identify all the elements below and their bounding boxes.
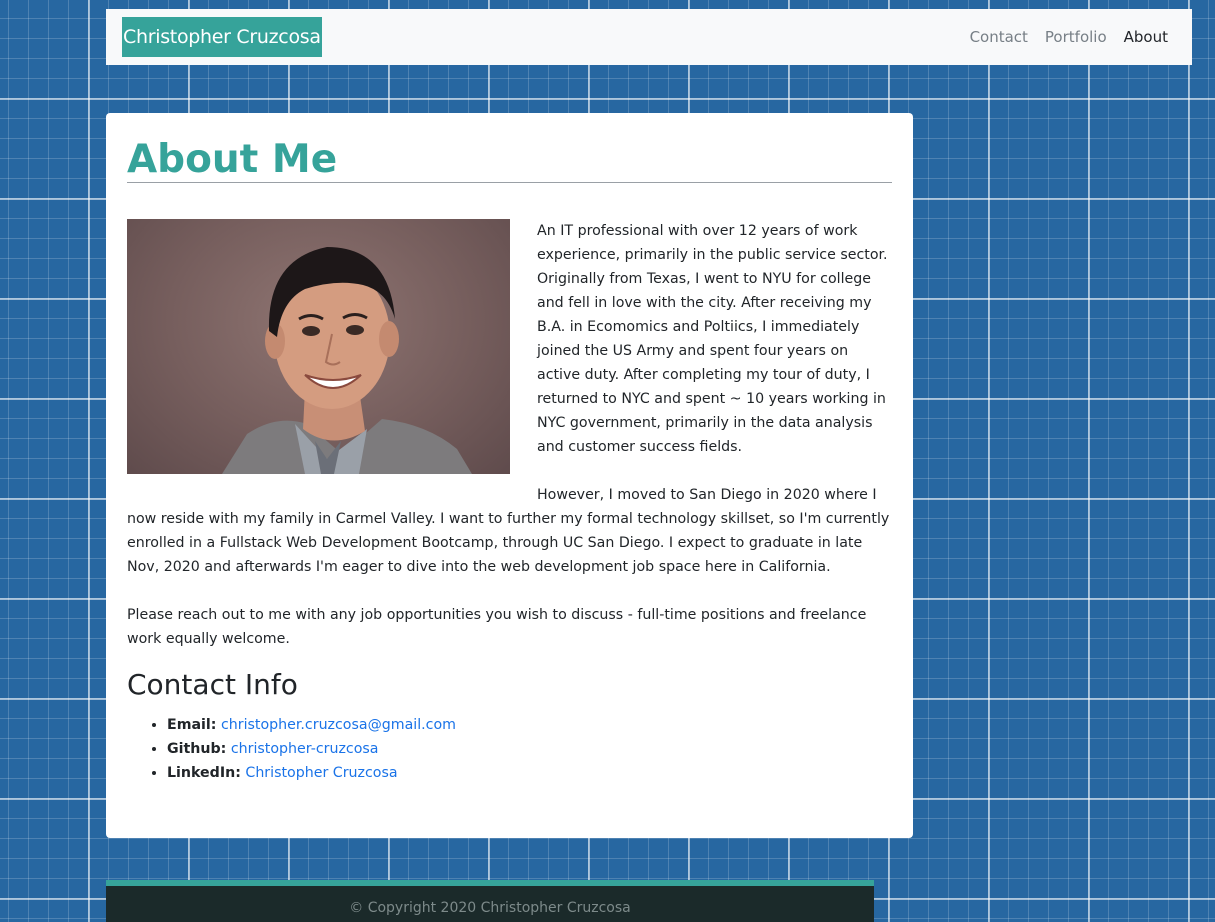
page-title: About Me bbox=[127, 137, 338, 182]
bio-paragraph-2: However, I moved to San Diego in 2020 wh… bbox=[127, 487, 890, 575]
navbar: Christopher Cruzcosa Contact Portfolio A… bbox=[106, 9, 1192, 65]
contact-list: Email: christopher.cruzcosa@gmail.com Gi… bbox=[127, 713, 456, 785]
brand-logo[interactable]: Christopher Cruzcosa bbox=[122, 17, 322, 57]
linkedin-link[interactable]: Christopher Cruzcosa bbox=[245, 765, 397, 781]
copyright-text: © Copyright 2020 Christopher Cruzcosa bbox=[349, 900, 631, 916]
email-link[interactable]: christopher.cruzcosa@gmail.com bbox=[221, 717, 456, 733]
bio-paragraph-3: Please reach out to me with any job oppo… bbox=[127, 607, 867, 647]
about-card: About Me An IT professional with over 12… bbox=[106, 113, 913, 838]
footer: © Copyright 2020 Christopher Cruzcosa bbox=[106, 880, 874, 922]
nav-link-about[interactable]: About bbox=[1124, 28, 1168, 46]
nav-links: Contact Portfolio About bbox=[970, 9, 1168, 65]
title-divider bbox=[127, 182, 892, 183]
contact-label: Github: bbox=[167, 741, 227, 757]
contact-item-github: Github: christopher-cruzcosa bbox=[167, 737, 456, 761]
github-link[interactable]: christopher-cruzcosa bbox=[231, 741, 379, 757]
contact-label: Email: bbox=[167, 717, 217, 733]
nav-link-contact[interactable]: Contact bbox=[970, 28, 1028, 46]
contact-item-email: Email: christopher.cruzcosa@gmail.com bbox=[167, 713, 456, 737]
contact-label: LinkedIn: bbox=[167, 765, 241, 781]
contact-item-linkedin: LinkedIn: Christopher Cruzcosa bbox=[167, 761, 456, 785]
contact-heading: Contact Info bbox=[127, 668, 298, 701]
nav-link-portfolio[interactable]: Portfolio bbox=[1045, 28, 1107, 46]
bio: An IT professional with over 12 years of… bbox=[127, 219, 892, 651]
